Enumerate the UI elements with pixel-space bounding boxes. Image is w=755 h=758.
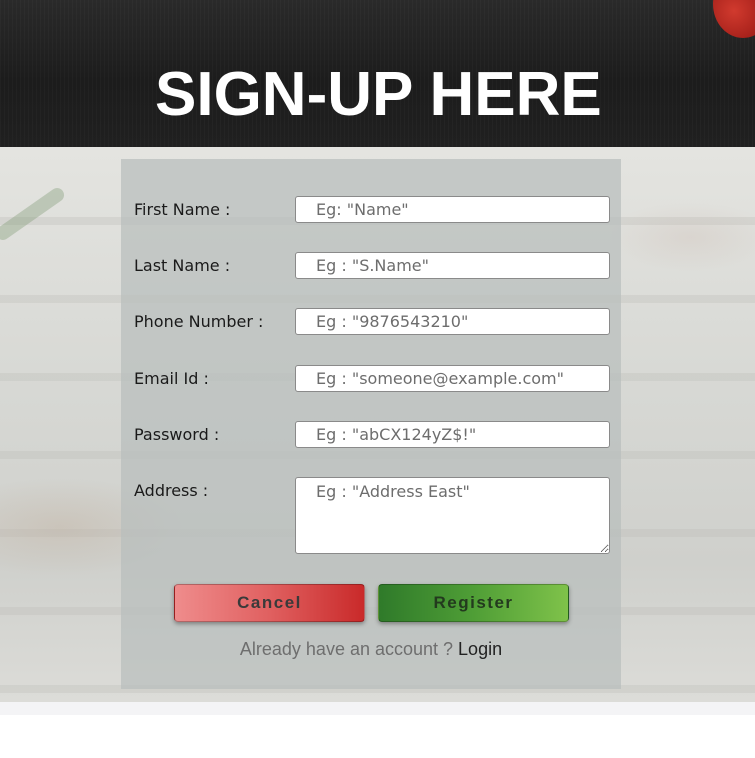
account-question-text: Already have an account ? xyxy=(239,639,459,659)
email-id-label: Email Id : xyxy=(134,369,209,388)
email-id-input[interactable] xyxy=(295,365,610,392)
register-button[interactable]: Register xyxy=(378,584,569,622)
first-name-input[interactable] xyxy=(295,196,610,223)
last-name-label: Last Name : xyxy=(134,256,231,275)
login-link[interactable]: Login xyxy=(458,639,502,659)
password-label: Password : xyxy=(134,425,220,444)
login-prompt: Already have an account ? Login xyxy=(121,638,621,660)
leaf-decoration xyxy=(0,185,67,243)
last-name-input[interactable] xyxy=(295,252,610,279)
first-name-label: First Name : xyxy=(134,200,231,219)
phone-number-label: Phone Number : xyxy=(134,312,264,331)
cancel-button[interactable]: Cancel xyxy=(174,584,365,622)
header-banner: SIGN-UP HERE xyxy=(0,0,755,147)
strawberry-decoration xyxy=(713,0,755,38)
address-textarea[interactable] xyxy=(295,477,610,554)
address-label: Address : xyxy=(134,481,209,500)
password-input[interactable] xyxy=(295,421,610,448)
page-title: SIGN-UP HERE xyxy=(155,60,602,129)
phone-number-input[interactable] xyxy=(295,308,610,335)
bottom-divider xyxy=(0,702,755,715)
